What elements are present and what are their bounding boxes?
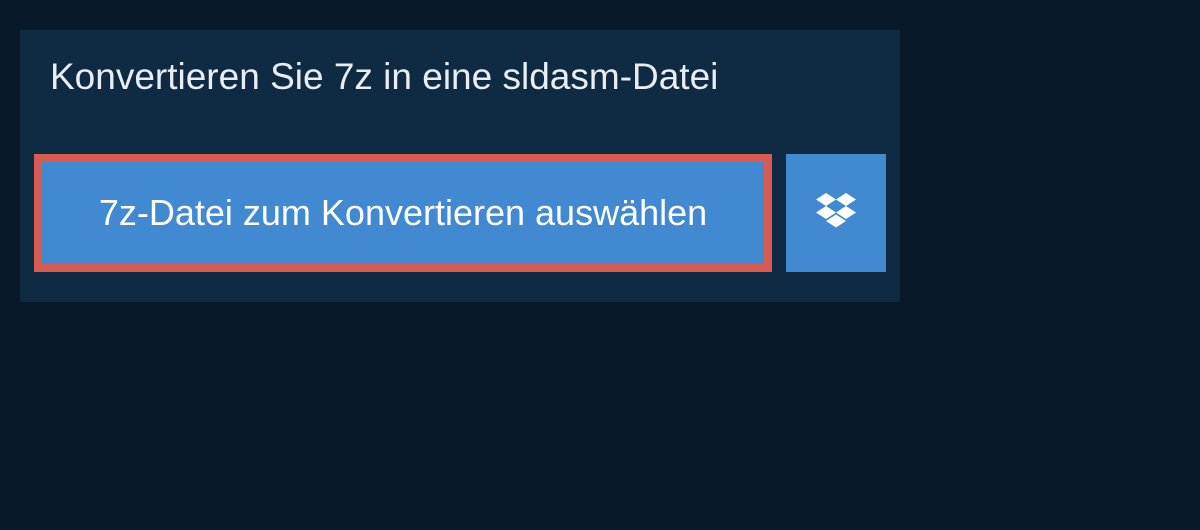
button-row: 7z-Datei zum Konvertieren auswählen <box>20 124 900 302</box>
converter-card: Konvertieren Sie 7z in eine sldasm-Datei… <box>20 30 900 302</box>
dropbox-button[interactable] <box>786 154 886 272</box>
page-title: Konvertieren Sie 7z in eine sldasm-Datei <box>50 56 785 98</box>
title-bar: Konvertieren Sie 7z in eine sldasm-Datei <box>20 30 815 124</box>
select-file-label: 7z-Datei zum Konvertieren auswählen <box>99 192 707 234</box>
select-file-button[interactable]: 7z-Datei zum Konvertieren auswählen <box>34 154 772 272</box>
dropbox-icon <box>816 193 856 234</box>
